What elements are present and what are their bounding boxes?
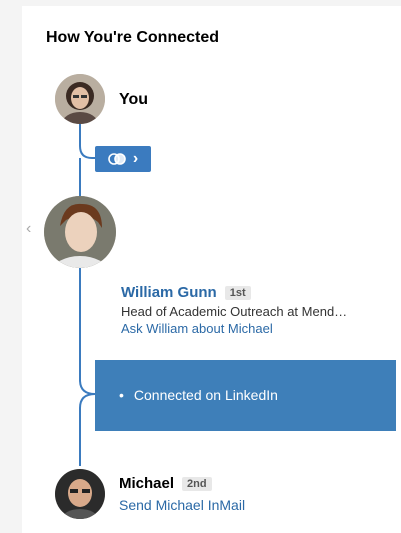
chevron-left-icon[interactable]: ‹ <box>26 220 31 238</box>
degree-badge: 1st <box>224 285 251 300</box>
person-photo-icon <box>55 74 105 124</box>
person-photo-icon <box>44 196 116 268</box>
connection-detail-box: • Connected on LinkedIn <box>95 360 396 431</box>
send-inmail-link[interactable]: Send Michael InMail <box>119 497 245 513</box>
degree-badge: 2nd <box>182 476 212 491</box>
connection-detail-item: • Connected on LinkedIn <box>119 387 278 403</box>
shared-connections-button[interactable]: › <box>95 146 151 172</box>
chevron-right-icon: › <box>132 150 139 167</box>
michael-avatar[interactable] <box>55 469 105 519</box>
intermediary-name-line: William Gunn 1st <box>121 284 251 301</box>
william-headline: Head of Academic Outreach at Mend… <box>121 304 348 319</box>
person-photo-icon <box>55 469 105 519</box>
you-label: You <box>119 91 149 108</box>
connection-detail-text: Connected on LinkedIn <box>133 387 278 403</box>
bullet-icon: • <box>119 387 124 403</box>
william-avatar[interactable] <box>44 196 116 268</box>
connection-path <box>79 124 96 466</box>
william-name-link[interactable]: William Gunn <box>121 284 217 301</box>
you-avatar[interactable] <box>55 74 105 124</box>
ask-william-link[interactable]: Ask William about Michael <box>121 321 273 336</box>
target-name-line: Michael 2nd <box>119 475 212 492</box>
michael-name[interactable]: Michael <box>119 475 174 492</box>
shared-circles-icon <box>108 153 126 165</box>
